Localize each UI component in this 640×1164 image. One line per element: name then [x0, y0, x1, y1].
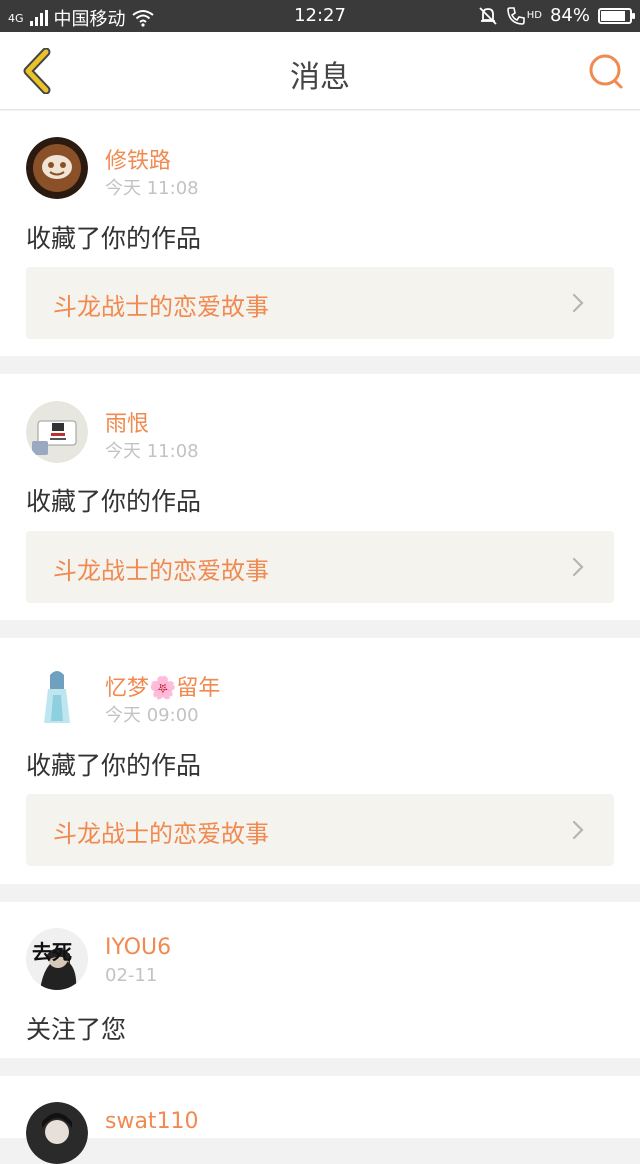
message-time: 今天 11:08: [105, 441, 199, 462]
message-time: 02-11: [105, 965, 158, 986]
work-title: 斗龙战士的恋爱故事: [53, 293, 269, 321]
work-link[interactable]: 斗龙战士的恋爱故事: [26, 267, 614, 339]
message-time: 今天 09:00: [105, 705, 199, 726]
avatar[interactable]: 去死: [26, 928, 88, 990]
page-title: 消息: [290, 60, 350, 95]
avatar[interactable]: [26, 1102, 88, 1164]
message-action: 关注了您: [26, 1015, 127, 1044]
avatar[interactable]: [26, 401, 88, 463]
battery-icon: [598, 7, 635, 24]
avatar[interactable]: [26, 137, 88, 199]
avatar-text: 去死: [32, 940, 72, 964]
message-card: 去死 IYOU6 02-11 关注了您: [0, 902, 640, 1058]
battery-percent: 84%: [549, 5, 590, 26]
message-action: 收藏了你的作品: [26, 487, 202, 516]
message-card: swat110: [0, 1076, 640, 1164]
username[interactable]: IYOU6: [105, 935, 171, 960]
search-button[interactable]: [584, 50, 628, 94]
work-title: 斗龙战士的恋爱故事: [53, 557, 269, 585]
avatar[interactable]: [26, 665, 88, 727]
username[interactable]: swat110: [105, 1109, 199, 1134]
username[interactable]: 修铁路: [105, 143, 171, 175]
status-bar: 4G 中国移动 12:27 HD 84%: [0, 0, 640, 32]
work-title: 斗龙战士的恋爱故事: [53, 820, 269, 848]
search-icon: [589, 54, 623, 89]
message-time: 今天 11:08: [105, 178, 199, 199]
work-link[interactable]: 斗龙战士的恋爱故事: [26, 531, 614, 603]
hd-call-icon: HD: [506, 6, 542, 26]
message-action: 收藏了你的作品: [26, 751, 202, 780]
chevron-right-icon: [572, 557, 584, 577]
message-card: 忆梦🌸留年 今天 09:00 收藏了你的作品 斗龙战士的恋爱故事: [0, 638, 640, 884]
message-card: 修铁路 今天 11:08 收藏了你的作品 斗龙战士的恋爱故事: [0, 111, 640, 356]
hd-label: HD: [526, 10, 542, 21]
chevron-right-icon: [572, 820, 584, 840]
message-card: 雨恨 今天 11:08 收藏了你的作品 斗龙战士的恋爱故事: [0, 374, 640, 620]
chevron-right-icon: [572, 293, 584, 313]
work-link[interactable]: 斗龙战士的恋爱故事: [26, 794, 614, 866]
username[interactable]: 雨恨: [105, 406, 149, 438]
battery-fill: [601, 10, 625, 21]
mute-bell-icon: [479, 6, 497, 25]
username[interactable]: 忆梦🌸留年: [105, 670, 220, 702]
nav-bar: 消息: [0, 32, 640, 110]
message-action: 收藏了你的作品: [26, 224, 202, 253]
